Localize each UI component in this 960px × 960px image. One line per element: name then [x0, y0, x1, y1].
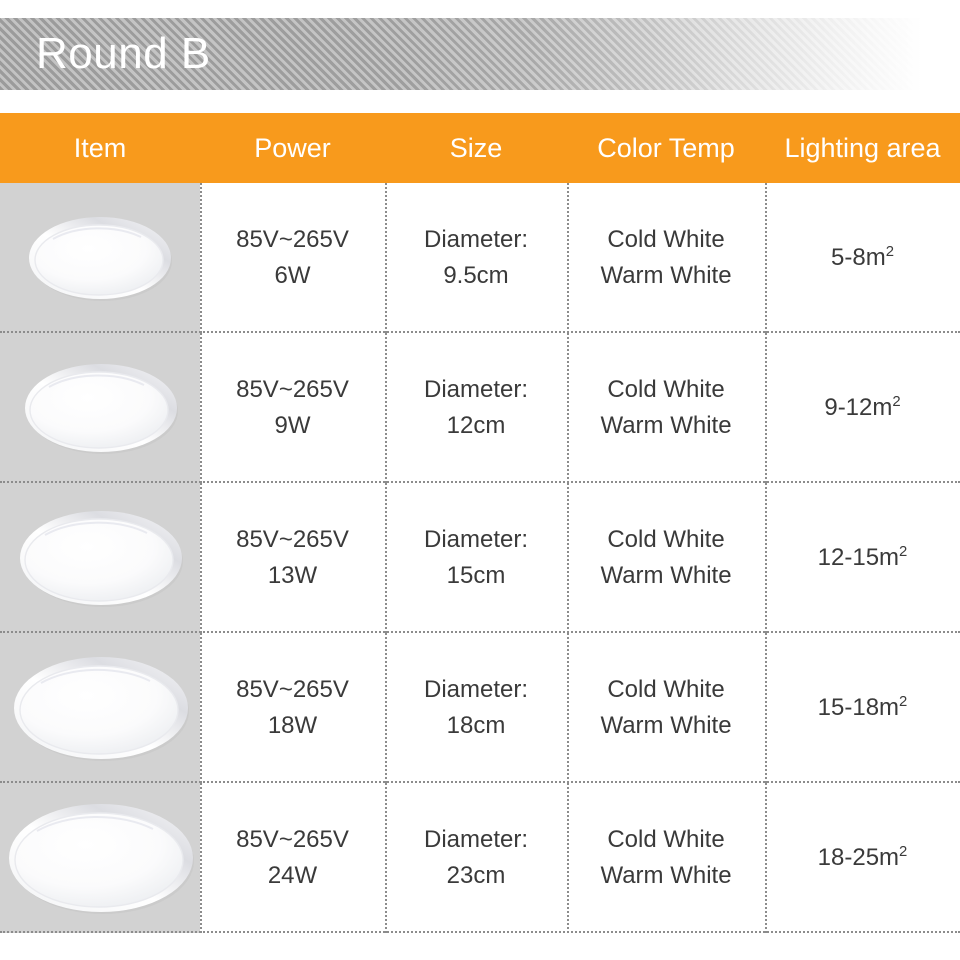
column-header-item: Item: [73, 132, 127, 163]
power-wattage: 13W: [267, 562, 318, 589]
round-led-ceiling-panel-light-icon: [7, 649, 193, 767]
color-temp-cold: Cold White: [607, 225, 725, 253]
power-voltage: 85V~265V: [236, 675, 349, 703]
color-temp-cold: Cold White: [607, 825, 725, 853]
product-image-cell: [0, 483, 200, 633]
power-wattage: 18W: [267, 712, 318, 739]
size-cell: Diameter: 15cm: [385, 483, 567, 633]
column-header-lighting-area: Lighting area: [784, 132, 941, 163]
size-label: Diameter:: [423, 525, 529, 553]
power-voltage: 85V~265V: [236, 375, 349, 403]
size-cell: Diameter: 12cm: [385, 333, 567, 483]
table-header-row: Item Power Size Color Temp Lighting area: [0, 113, 960, 183]
round-led-ceiling-panel-light-icon: [23, 211, 178, 306]
product-image-cell: [0, 333, 200, 483]
color-temp-cell: Cold White Warm White: [567, 483, 765, 633]
column-header-color-temp: Color Temp: [597, 132, 735, 163]
lighting-area-value: 9-12m2: [824, 394, 901, 421]
size-value: 18cm: [446, 712, 506, 739]
power-cell: 85V~265V 9W: [200, 333, 385, 483]
power-voltage: 85V~265V: [236, 225, 349, 253]
color-temp-cold: Cold White: [607, 675, 725, 703]
table-row: 85V~265V 13W Diameter: 15cm Cold White W…: [0, 483, 960, 633]
round-led-ceiling-panel-light-icon: [2, 795, 198, 921]
color-temp-cell: Cold White Warm White: [567, 783, 765, 933]
size-label: Diameter:: [423, 825, 529, 853]
product-image-cell: [0, 183, 200, 333]
lighting-area-cell: 9-12m2: [765, 333, 960, 483]
size-cell: Diameter: 18cm: [385, 633, 567, 783]
power-cell: 85V~265V 18W: [200, 633, 385, 783]
power-voltage: 85V~265V: [236, 825, 349, 853]
color-temp-warm: Warm White: [600, 412, 732, 439]
table-body: 85V~265V 6W Diameter: 9.5cm Cold White W…: [0, 183, 960, 933]
lighting-area-value: 18-25m2: [817, 844, 908, 871]
color-temp-cold: Cold White: [607, 375, 725, 403]
color-temp-warm: Warm White: [600, 262, 732, 289]
power-wattage: 24W: [267, 862, 318, 889]
size-label: Diameter:: [423, 675, 529, 703]
size-label: Diameter:: [423, 225, 529, 253]
column-header-size: Size: [449, 132, 503, 163]
size-value: 12cm: [446, 412, 506, 439]
lighting-area-cell: 5-8m2: [765, 183, 960, 333]
specification-table: Item Power Size Color Temp Lighting area: [0, 113, 960, 933]
size-value: 23cm: [446, 862, 506, 889]
product-image-cell: [0, 633, 200, 783]
size-value: 9.5cm: [443, 262, 509, 289]
color-temp-warm: Warm White: [600, 712, 732, 739]
column-header-power: Power: [254, 132, 331, 163]
lighting-area-cell: 12-15m2: [765, 483, 960, 633]
table-row: 85V~265V 18W Diameter: 18cm Cold White W…: [0, 633, 960, 783]
color-temp-cell: Cold White Warm White: [567, 333, 765, 483]
color-temp-warm: Warm White: [600, 562, 732, 589]
lighting-area-value: 12-15m2: [817, 544, 908, 571]
lighting-area-value: 5-8m2: [831, 244, 894, 271]
size-cell: Diameter: 9.5cm: [385, 183, 567, 333]
page-title: Round B: [36, 29, 211, 78]
lighting-area-cell: 18-25m2: [765, 783, 960, 933]
color-temp-cell: Cold White Warm White: [567, 633, 765, 783]
table-row: 85V~265V 6W Diameter: 9.5cm Cold White W…: [0, 183, 960, 333]
lighting-area-cell: 15-18m2: [765, 633, 960, 783]
size-label: Diameter:: [423, 375, 529, 403]
round-led-ceiling-panel-light-icon: [18, 357, 183, 459]
table-row: 85V~265V 9W Diameter: 12cm Cold White Wa…: [0, 333, 960, 483]
power-wattage: 6W: [274, 262, 311, 289]
color-temp-warm: Warm White: [600, 862, 732, 889]
power-cell: 85V~265V 6W: [200, 183, 385, 333]
size-value: 15cm: [446, 562, 506, 589]
product-spec-page: Round B Item Power Size Color Temp Light…: [0, 0, 960, 960]
power-voltage: 85V~265V: [236, 525, 349, 553]
table-row: 85V~265V 24W Diameter: 23cm Cold White W…: [0, 783, 960, 933]
power-cell: 85V~265V 24W: [200, 783, 385, 933]
color-temp-cell: Cold White Warm White: [567, 183, 765, 333]
round-led-ceiling-panel-light-icon: [13, 503, 188, 613]
power-wattage: 9W: [274, 412, 311, 439]
size-cell: Diameter: 23cm: [385, 783, 567, 933]
product-image-cell: [0, 783, 200, 933]
color-temp-cold: Cold White: [607, 525, 725, 553]
title-banner: Round B: [0, 18, 960, 90]
lighting-area-value: 15-18m2: [817, 694, 908, 721]
power-cell: 85V~265V 13W: [200, 483, 385, 633]
